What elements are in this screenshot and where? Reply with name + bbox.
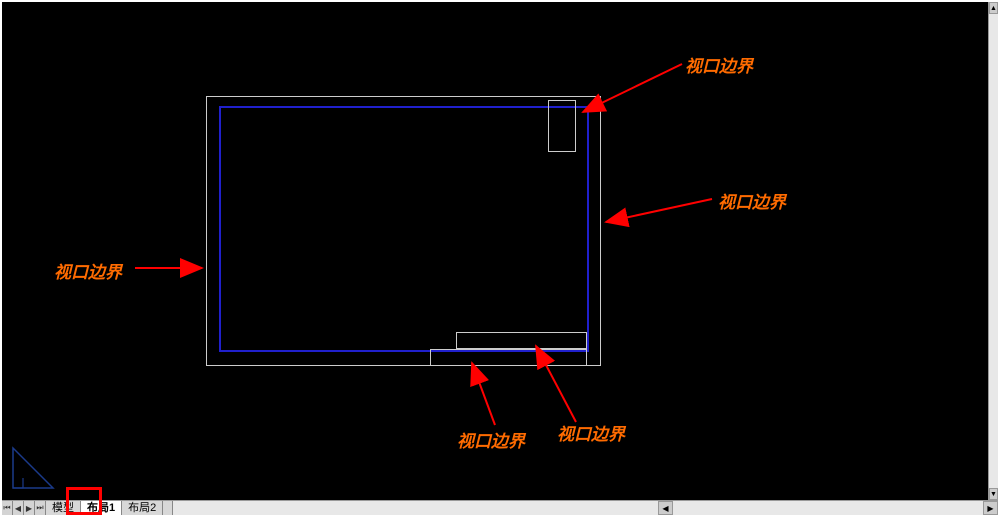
drawing-canvas[interactable]: 视口边界 视口边界 视口边界 视口边界 视口边界 (2, 2, 988, 500)
scroll-left-button[interactable]: ◀ (658, 501, 673, 515)
annotation-right: 视口边界 (718, 188, 786, 213)
viewport-small-bottom-lower (430, 349, 587, 366)
vscroll-track[interactable] (989, 14, 998, 488)
tab-nav-group: ⏮ ◀ ▶ ⏭ (2, 501, 46, 515)
horizontal-scrollbar[interactable]: ◀ ▶ (658, 500, 998, 515)
ucs-icon (8, 443, 58, 493)
hscroll-track[interactable] (673, 501, 983, 515)
viewport-small-top (548, 100, 576, 152)
annotation-left: 视口边界 (54, 258, 122, 283)
vertical-scrollbar[interactable]: ▲ ▼ (988, 2, 998, 500)
tab-nav-last[interactable]: ⏭ (35, 501, 46, 515)
scroll-right-button[interactable]: ▶ (983, 501, 998, 515)
scroll-down-button[interactable]: ▼ (989, 488, 998, 500)
tab-layout2[interactable]: 布局2 (122, 501, 163, 515)
tab-end (163, 501, 173, 515)
annotation-top: 视口边界 (685, 52, 753, 77)
annotation-bottom-left: 视口边界 (457, 427, 525, 452)
viewport-main (219, 106, 589, 352)
highlight-box (66, 487, 102, 515)
viewport-small-bottom-upper (456, 332, 587, 349)
annotation-bottom-right: 视口边界 (557, 420, 625, 445)
tab-nav-prev[interactable]: ◀ (13, 501, 24, 515)
tab-nav-next[interactable]: ▶ (24, 501, 35, 515)
scroll-up-button[interactable]: ▲ (989, 2, 998, 14)
tab-nav-first[interactable]: ⏮ (2, 501, 13, 515)
